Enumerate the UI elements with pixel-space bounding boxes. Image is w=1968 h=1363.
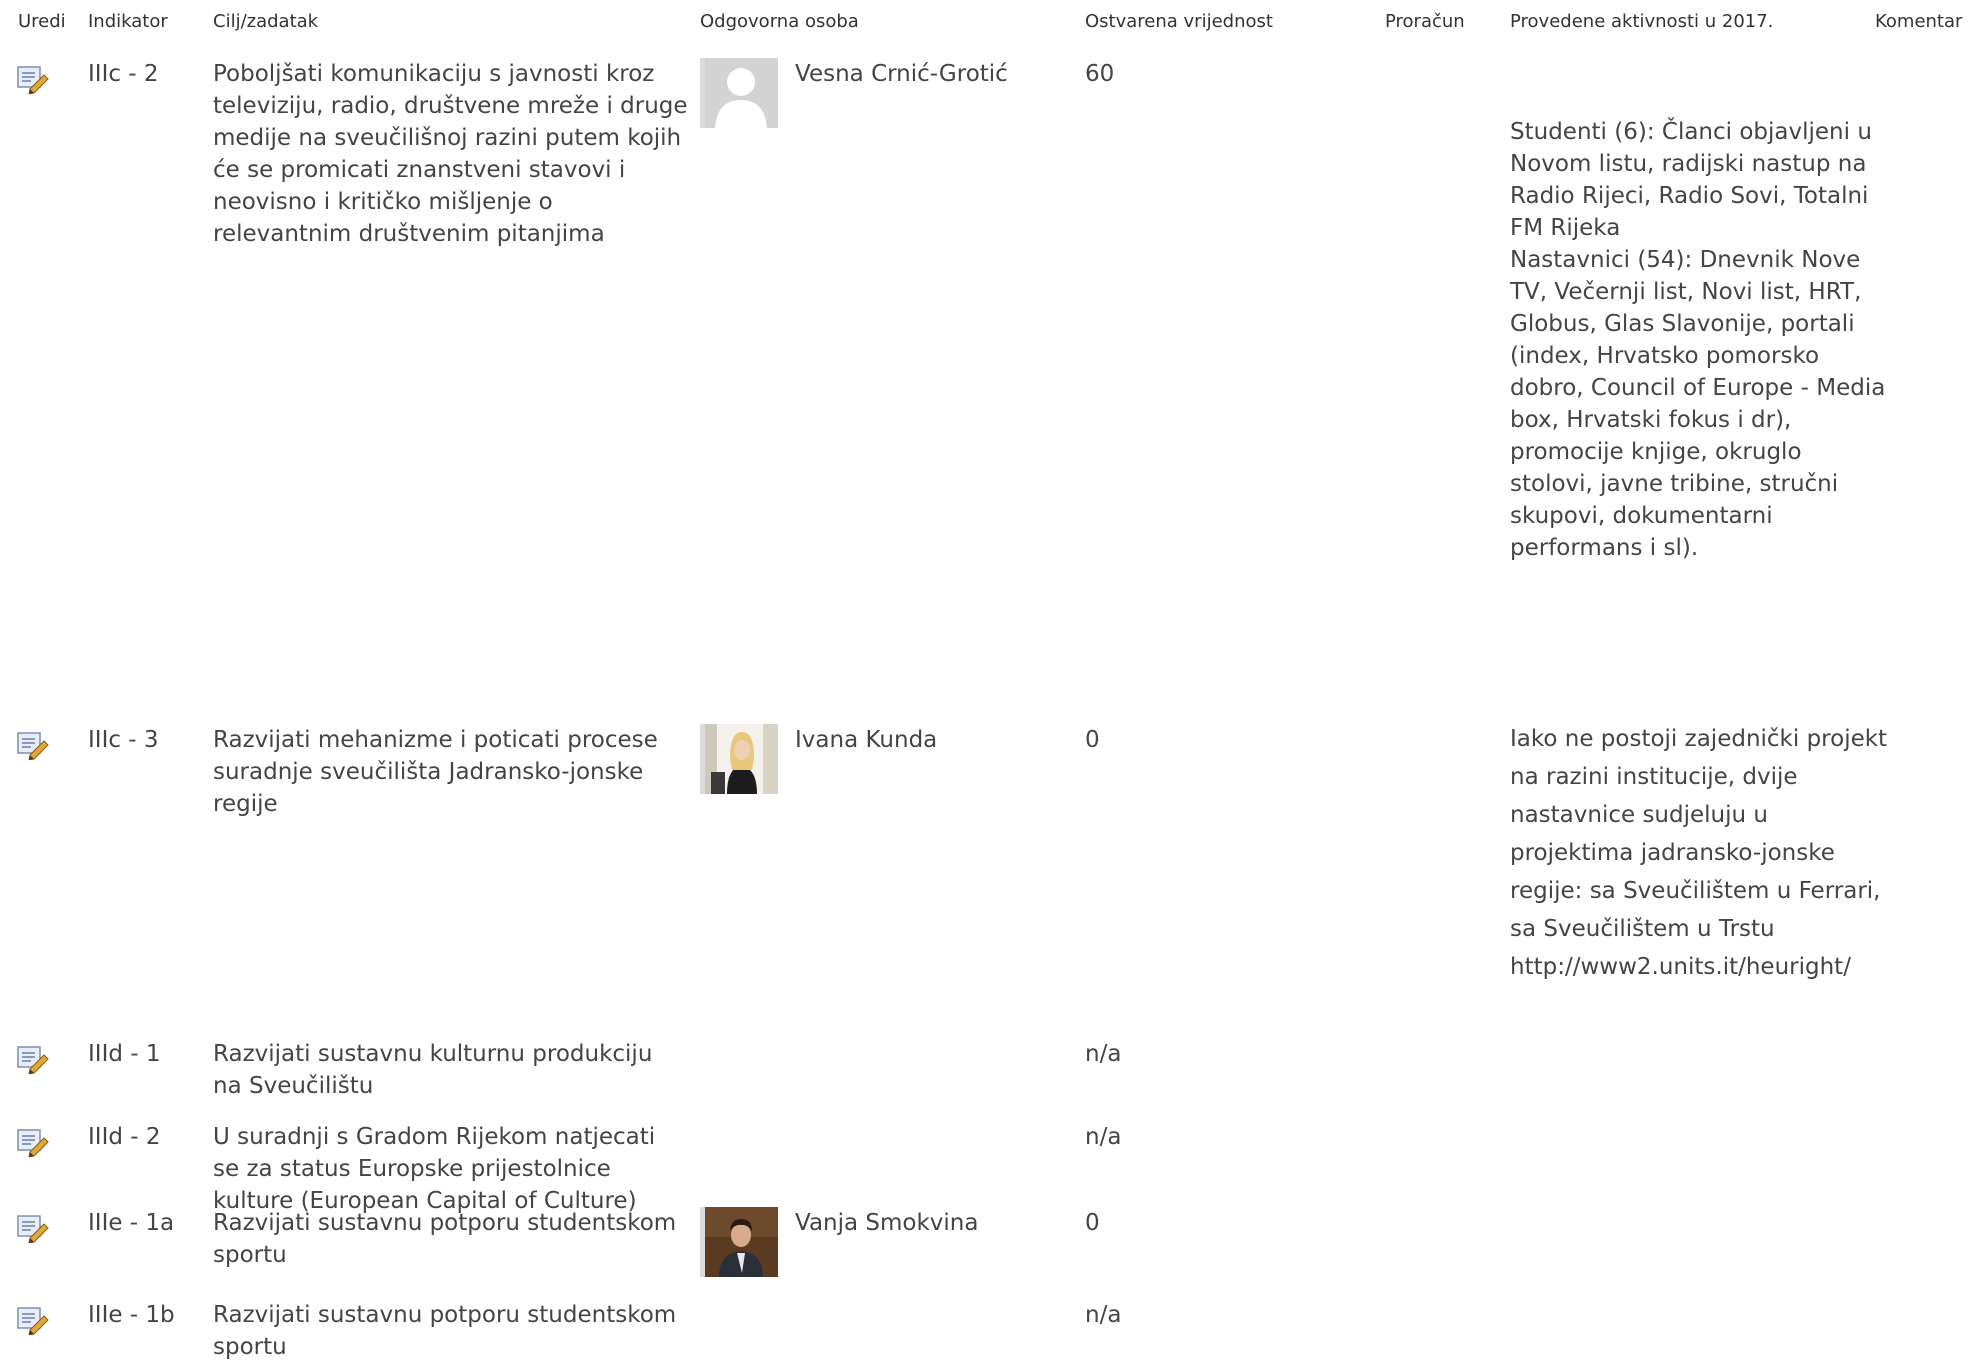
header-responsible[interactable]: Odgovorna osoba bbox=[700, 11, 859, 32]
indicator-cell: IIId - 1 bbox=[88, 1041, 161, 1067]
goal-cell: Poboljšati komunikaciju s javnosti kroz … bbox=[213, 61, 688, 247]
person-photo[interactable] bbox=[700, 1207, 778, 1277]
edit-item-icon[interactable] bbox=[16, 1127, 50, 1158]
responsible-person-link[interactable]: Vesna Crnić-Grotić bbox=[795, 58, 1008, 90]
edit-item-icon[interactable] bbox=[16, 64, 50, 95]
edit-item-icon[interactable] bbox=[16, 1213, 50, 1244]
achieved-value-cell: 0 bbox=[1085, 727, 1100, 753]
header-activities[interactable]: Provedene aktivnosti u 2017. bbox=[1510, 11, 1773, 32]
header-edit[interactable]: Uredi bbox=[18, 11, 66, 32]
indicator-cell: IIIe - 1b bbox=[88, 1302, 175, 1328]
achieved-value-cell: n/a bbox=[1085, 1302, 1122, 1328]
achieved-value-cell: 60 bbox=[1085, 61, 1115, 87]
responsible-person-link[interactable]: Ivana Kunda bbox=[795, 724, 937, 756]
activities-cell: Studenti (6): Članci objavljeni u Novom … bbox=[1510, 119, 1886, 561]
person-photo[interactable] bbox=[700, 724, 778, 794]
goal-cell: Razvijati sustavnu potporu studentskom s… bbox=[213, 1210, 677, 1268]
header-comment[interactable]: Komentar bbox=[1875, 11, 1962, 32]
header-indicator[interactable]: Indikator bbox=[88, 11, 168, 32]
indicator-cell: IIIe - 1a bbox=[88, 1210, 175, 1236]
header-goal[interactable]: Cilj/zadatak bbox=[213, 11, 318, 32]
goal-cell: U suradnji s Gradom Rijekom natjecati se… bbox=[213, 1124, 656, 1214]
indicator-cell: IIIc - 2 bbox=[88, 61, 159, 87]
goal-cell: Razvijati sustavnu potporu studentskom s… bbox=[213, 1302, 677, 1360]
header-achieved[interactable]: Ostvarena vrijednost bbox=[1085, 11, 1273, 32]
edit-item-icon[interactable] bbox=[16, 1044, 50, 1075]
default-avatar-icon[interactable] bbox=[700, 58, 778, 128]
goal-cell: Razvijati mehanizme i poticati procese s… bbox=[213, 727, 658, 817]
edit-item-icon[interactable] bbox=[16, 730, 50, 761]
indicator-cell: IIIc - 3 bbox=[88, 727, 159, 753]
achieved-value-cell: n/a bbox=[1085, 1124, 1122, 1150]
edit-item-icon[interactable] bbox=[16, 1305, 50, 1336]
indicator-cell: IIId - 2 bbox=[88, 1124, 161, 1150]
achieved-value-cell: n/a bbox=[1085, 1041, 1122, 1067]
activities-cell: Iako ne postoji zajednički projekt na ra… bbox=[1510, 726, 1888, 980]
goal-cell: Razvijati sustavnu kulturnu produkciju n… bbox=[213, 1041, 653, 1099]
achieved-value-cell: 0 bbox=[1085, 1210, 1100, 1236]
header-budget[interactable]: Proračun bbox=[1385, 11, 1465, 32]
responsible-person-link[interactable]: Vanja Smokvina bbox=[795, 1207, 978, 1239]
